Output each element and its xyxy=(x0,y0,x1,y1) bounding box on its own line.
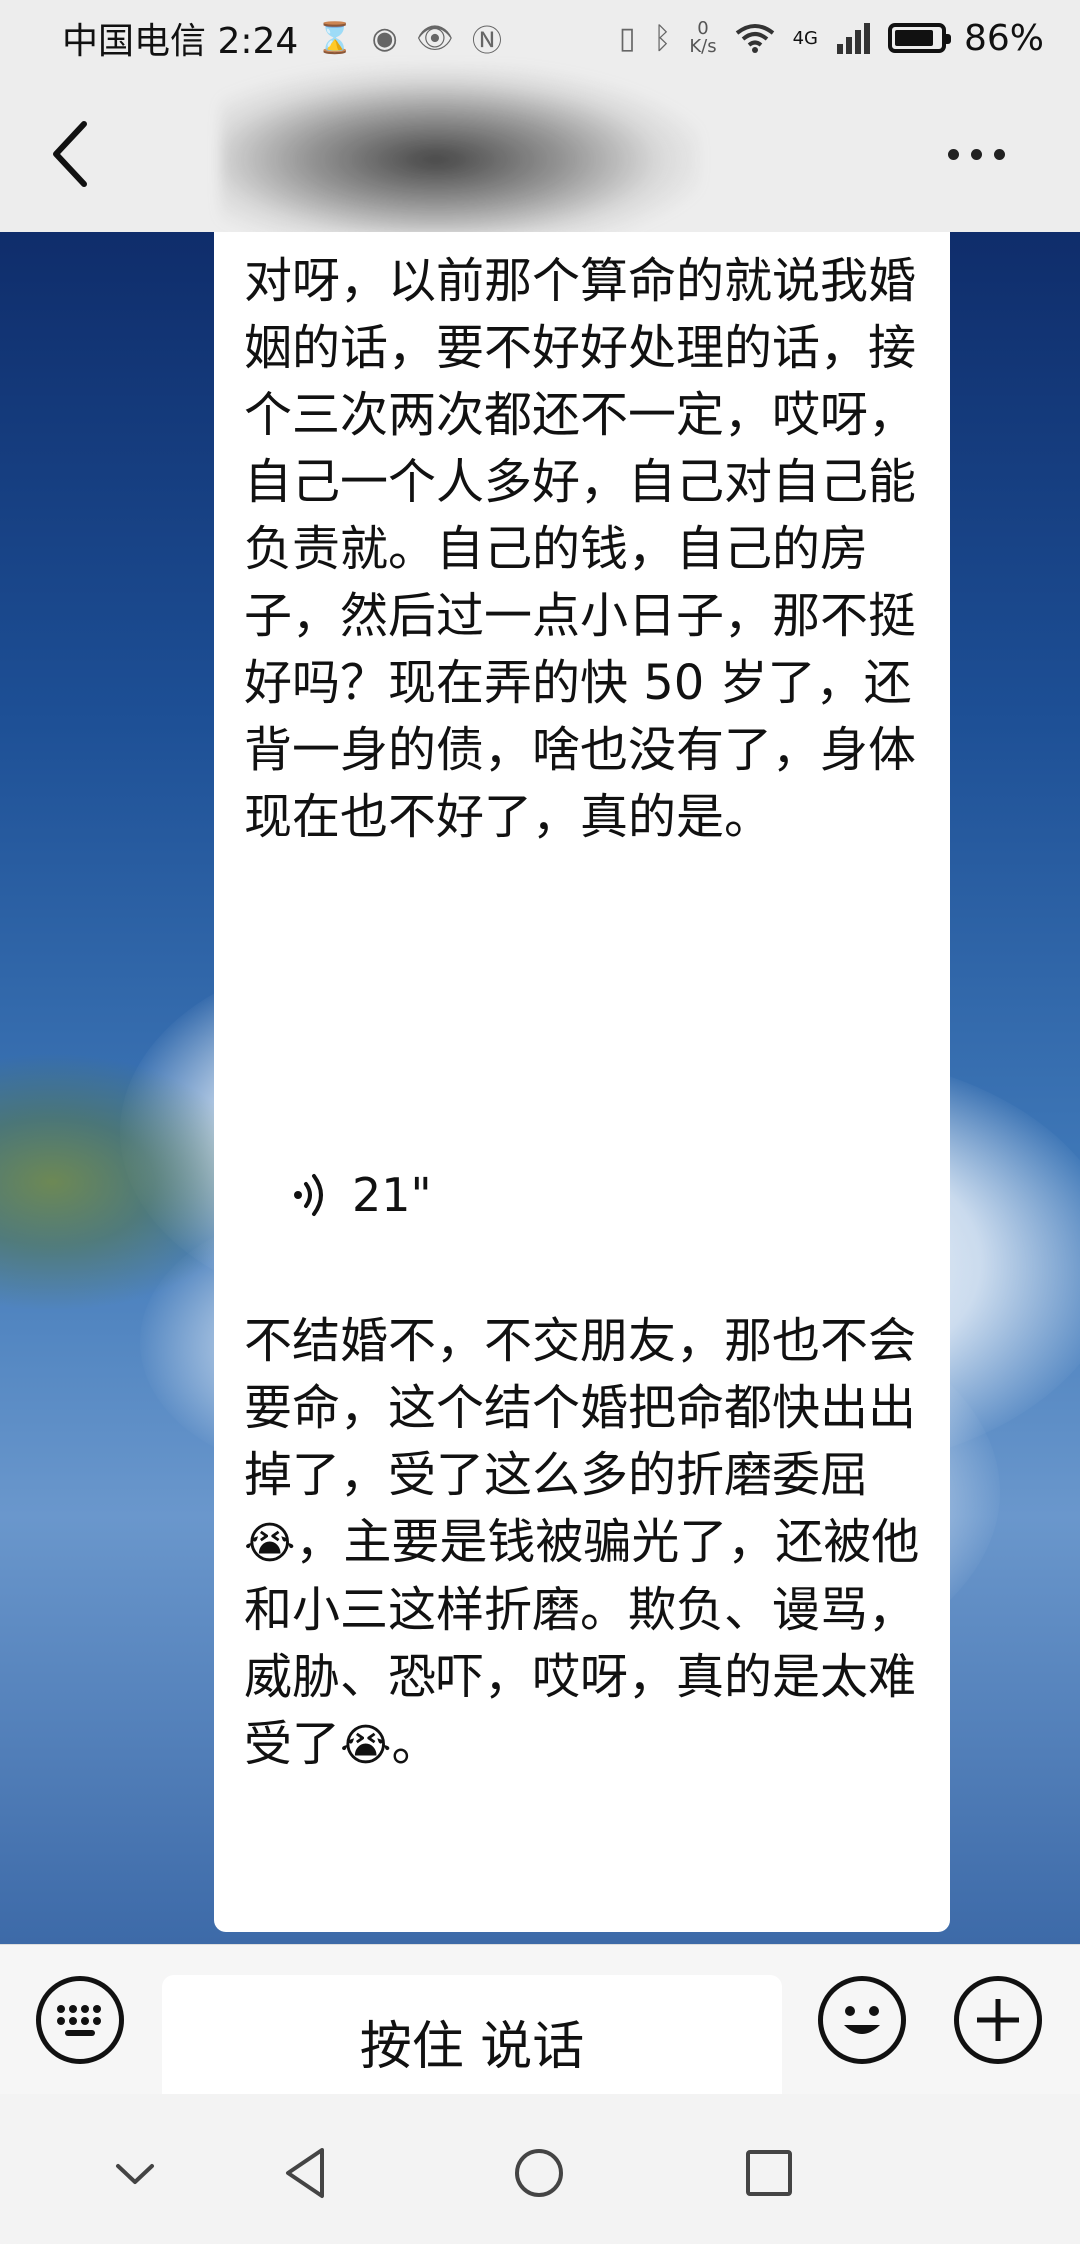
signal-icon xyxy=(836,23,870,54)
crying-emoji-icon: 😭 xyxy=(340,1720,392,1771)
more-functions-button[interactable] xyxy=(954,1976,1042,2064)
battery-percent: 86% xyxy=(963,17,1044,59)
vibrate-icon: ▯ xyxy=(618,20,636,56)
carrier-time: 中国电信 2:24 xyxy=(62,21,299,62)
plus-icon xyxy=(977,1999,1019,2041)
more-dot-icon xyxy=(971,148,982,160)
eye-icon: 👁 xyxy=(415,20,454,56)
status-right: ▯ ᛒ 0 K/s 4G 86% xyxy=(619,18,1044,59)
chevron-down-icon xyxy=(116,2164,154,2184)
emoji-button[interactable] xyxy=(818,1976,906,2064)
wifi-icon xyxy=(735,24,774,53)
voice-wave-icon xyxy=(294,1174,323,1216)
back-triangle-icon xyxy=(286,2148,324,2198)
hourglass-icon: ⌛ xyxy=(316,20,354,56)
message-bubble[interactable]: 不结婚不，不交朋友，那也不会要命，这个结个婚把命都快出出掉了，受了这么多的折磨委… xyxy=(214,1286,950,1932)
hold-to-talk-button[interactable]: 按住 说话 xyxy=(162,1975,782,2107)
crying-emoji-icon: 😭 xyxy=(244,1518,296,1569)
net-speed-unit: K/s xyxy=(689,36,717,57)
status-left: 中国电信 2:24 ⌛ ◉ 👁 Ⓝ xyxy=(62,12,502,64)
voice-duration: 21" xyxy=(352,1168,432,1222)
signal-type: 4G xyxy=(792,27,818,49)
home-nav-button[interactable] xyxy=(504,2138,574,2208)
more-dot-icon xyxy=(994,148,1005,160)
contact-name-redacted xyxy=(220,66,700,236)
input-bar: 按住 说话 xyxy=(0,1944,1080,2107)
net-speed: 0 K/s xyxy=(689,20,716,56)
battery-icon xyxy=(887,23,951,53)
back-button[interactable] xyxy=(44,118,104,190)
back-nav-button[interactable] xyxy=(272,2138,342,2208)
recents-nav-button[interactable] xyxy=(734,2138,804,2208)
recents-square-icon xyxy=(746,2150,792,2196)
hide-keyboard-button[interactable] xyxy=(100,2138,170,2208)
chat-header xyxy=(0,66,1080,236)
home-circle-icon xyxy=(515,2149,563,2197)
app-notification-icon: ◉ xyxy=(371,20,398,56)
more-options-button[interactable] xyxy=(948,134,1022,174)
nfc-icon: Ⓝ xyxy=(471,24,502,59)
message-text: 不结婚不，不交朋友，那也不会要命，这个结个婚把命都快出出掉了，受了这么多的折磨委… xyxy=(244,1308,920,1779)
keyboard-icon xyxy=(57,2005,101,2036)
message-text: 对呀，以前那个算命的就说我婚姻的话，要不好好处理的话，接个三次两次都还不一定，哎… xyxy=(244,253,917,845)
smile-icon xyxy=(844,2006,880,2034)
system-nav-bar xyxy=(0,2094,1080,2244)
bluetooth-icon: ᛒ xyxy=(653,20,672,56)
more-dot-icon xyxy=(948,148,959,160)
keyboard-button[interactable] xyxy=(36,1976,124,2064)
message-text-part: 。 xyxy=(391,1716,440,1772)
chat-area[interactable]: 对呀，以前那个算命的就说我婚姻的话，要不好好处理的话，接个三次两次都还不一定，哎… xyxy=(0,232,1080,1944)
message-text-part: 不结婚不，不交朋友，那也不会要命，这个结个婚把命都快出出掉了，受了这么多的折磨委… xyxy=(244,1313,917,1503)
status-bar: 中国电信 2:24 ⌛ ◉ 👁 Ⓝ ▯ ᛒ 0 K/s 4G 86% xyxy=(0,0,1080,76)
voice-message-bubble[interactable]: 21" xyxy=(262,1128,738,1262)
chevron-left-icon xyxy=(53,121,87,187)
battery-fill xyxy=(894,30,933,46)
